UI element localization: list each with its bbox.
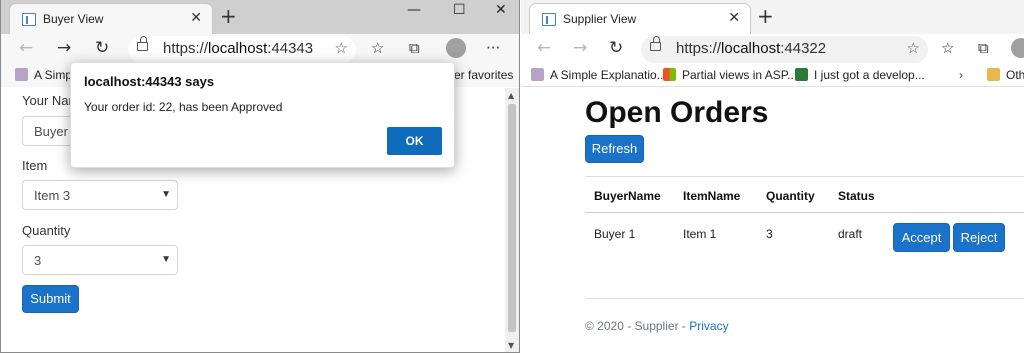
collections-icon[interactable]: ⧉ [409,39,420,57]
item-select[interactable]: Item 3 ▼ [22,180,178,210]
tab-strip: Supplier View ✕ + [521,0,1024,34]
footer: © 2020 - Supplier - Privacy [585,319,729,333]
back-icon[interactable]: ← [537,38,551,58]
tab-title: Buyer View [43,12,104,26]
favorites-icon[interactable]: ☆ [941,39,954,57]
other-favorites[interactable]: Oth [987,68,1024,82]
minimize-icon[interactable]: — [407,2,421,18]
scrollbar[interactable]: ▲ ▼ [505,88,519,352]
column-header-item: ItemName [683,189,741,203]
ok-button[interactable]: OK [387,127,442,155]
browser-toolbar: ← → ↻ https://localhost:44343 ☆ ☆ ⧉ ··· [1,34,519,65]
chevron-right-icon[interactable]: › [959,68,963,82]
close-tab-icon[interactable]: ✕ [190,10,202,26]
tab-strip: Buyer View ✕ + — ☐ ✕ [1,0,519,34]
dialog-message: Your order id: 22, has been Approved [84,100,283,114]
maximize-icon[interactable]: ☐ [453,2,466,18]
bookmark-icon [15,68,28,81]
folder-icon [987,68,1000,81]
address-bar[interactable]: https://localhost:44343 ☆ [128,36,356,63]
refresh-icon[interactable]: ↻ [609,38,623,58]
favorite-item[interactable]: A Simple Explanatio... [531,68,667,82]
address-url: https://localhost:44322 [676,40,827,57]
page-icon [22,13,36,26]
reject-button[interactable]: Reject [953,223,1005,252]
cell-item: Item 1 [683,227,717,241]
cell-quantity: 3 [766,227,773,241]
scroll-down-icon[interactable]: ▼ [508,341,514,350]
cell-buyer: Buyer 1 [594,227,636,241]
address-bar[interactable]: https://localhost:44322 ☆ [641,36,928,63]
address-url: https://localhost:44343 [163,40,314,57]
favorite-item[interactable]: A Simp [15,68,72,82]
profile-avatar[interactable] [446,38,466,58]
refresh-icon[interactable]: ↻ [95,38,109,58]
collections-icon[interactable]: ⧉ [978,39,989,57]
scroll-thumb[interactable] [508,104,516,332]
bookmark-icon [795,68,808,81]
table-header-border [585,212,1024,213]
footer-border [585,298,1024,299]
submit-button[interactable]: Submit [22,285,79,313]
quantity-select[interactable]: 3 ▼ [22,245,178,275]
accept-button[interactable]: Accept [893,223,950,252]
tab-supplier-view[interactable]: Supplier View ✕ [529,3,751,34]
forward-icon[interactable]: → [573,38,587,58]
favorite-star-icon[interactable]: ☆ [907,39,920,57]
lock-icon [650,36,661,51]
page-title: Open Orders [585,96,769,129]
item-label: Item [22,158,48,173]
tab-title: Supplier View [563,12,637,26]
favorites-icon[interactable]: ☆ [371,39,384,57]
column-header-buyer: BuyerName [594,189,661,203]
profile-avatar[interactable] [1011,38,1024,58]
new-tab-icon[interactable]: + [220,4,237,28]
alert-dialog: localhost:44343 says Your order id: 22, … [70,62,455,168]
buyer-browser-window: Buyer View ✕ + — ☐ ✕ ← → ↻ https://local… [0,0,520,353]
column-header-status: Status [838,189,875,203]
lock-icon [137,36,148,51]
tab-buyer-view[interactable]: Buyer View ✕ [9,3,213,34]
microsoft-icon [663,68,676,81]
favorites-bar: A Simple Explanatio... Partial views in … [521,65,1024,87]
browser-toolbar: ← → ↻ https://localhost:44322 ☆ ☆ ⧉ [521,34,1024,65]
quantity-label: Quantity [22,223,71,238]
forward-icon[interactable]: → [57,38,71,58]
refresh-button[interactable]: Refresh [585,135,644,163]
privacy-link[interactable]: Privacy [689,319,728,333]
favorite-item[interactable]: Partial views in ASP.... [663,68,801,82]
chevron-down-icon: ▼ [161,189,171,200]
table-top-border [585,176,1024,177]
cell-status: draft [838,227,863,241]
column-header-quantity: Quantity [766,189,815,203]
scroll-up-icon[interactable]: ▲ [508,91,514,100]
supplier-browser-window: Supplier View ✕ + ← → ↻ https://localhos… [521,0,1024,353]
more-menu-icon[interactable]: ··· [486,39,500,57]
page-icon [542,13,556,26]
close-tab-icon[interactable]: ✕ [728,10,740,26]
close-window-icon[interactable]: ✕ [495,2,507,18]
bookmark-icon [531,68,544,81]
favorite-item[interactable]: I just got a develop... [795,68,925,82]
new-tab-icon[interactable]: + [757,4,774,28]
supplier-page: Open Orders Refresh BuyerName ItemName Q… [521,88,1024,353]
back-icon[interactable]: ← [19,38,33,58]
dialog-title: localhost:44343 says [84,74,215,89]
chevron-down-icon: ▼ [161,254,171,265]
favorite-star-icon[interactable]: ☆ [335,39,348,57]
